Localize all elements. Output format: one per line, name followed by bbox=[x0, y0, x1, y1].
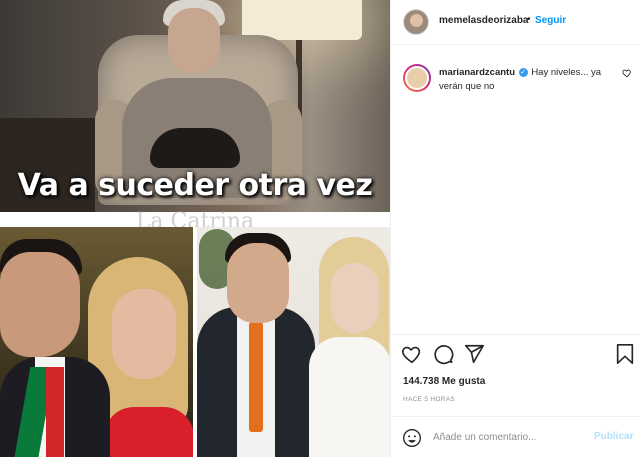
like-count[interactable]: 144.738 Me gusta bbox=[403, 376, 485, 387]
comment-input[interactable] bbox=[433, 428, 583, 446]
instagram-post: Va a suceder otra vez La Catrina memelas… bbox=[0, 0, 640, 457]
old-man-head bbox=[168, 8, 220, 74]
add-comment-bar: Publicar bbox=[391, 416, 640, 458]
post-image[interactable]: Va a suceder otra vez La Catrina bbox=[0, 0, 390, 457]
photo-couple-left bbox=[0, 227, 193, 457]
commenter-avatar[interactable] bbox=[403, 64, 431, 92]
post-sidebar: memelasdeorizaba • Seguir marianardzcant… bbox=[390, 0, 640, 457]
woman-left-face bbox=[112, 289, 176, 379]
separator-dot: • bbox=[527, 14, 531, 25]
follow-button[interactable]: Seguir bbox=[535, 15, 566, 26]
man-left-head bbox=[0, 252, 80, 357]
comment-icon[interactable] bbox=[432, 343, 454, 365]
author-username[interactable]: memelasdeorizaba bbox=[439, 15, 529, 26]
emoji-icon[interactable] bbox=[402, 428, 422, 448]
woman-right-face bbox=[331, 263, 379, 333]
comment-like-heart-icon[interactable] bbox=[622, 68, 632, 78]
commenter-username[interactable]: marianardzcantu bbox=[439, 67, 515, 78]
man-right-tie bbox=[249, 322, 263, 432]
man-right-head bbox=[227, 243, 289, 323]
comment-body: marianardzcantu ✓ Hay niveles... ya verá… bbox=[439, 66, 611, 94]
hat bbox=[150, 128, 240, 168]
woman-right-dress bbox=[309, 337, 390, 457]
woman-left-dress bbox=[104, 407, 193, 457]
bookmark-icon[interactable] bbox=[614, 343, 636, 365]
meme-caption: Va a suceder otra vez bbox=[17, 168, 373, 203]
meme-top-image: Va a suceder otra vez bbox=[0, 0, 390, 212]
post-header: memelasdeorizaba • Seguir bbox=[391, 0, 640, 45]
lamp-shade bbox=[242, 0, 362, 40]
heart-icon[interactable] bbox=[401, 343, 423, 365]
avatar[interactable] bbox=[403, 9, 429, 35]
publish-button[interactable]: Publicar bbox=[594, 431, 633, 442]
actions-divider bbox=[391, 334, 640, 335]
verified-badge-icon: ✓ bbox=[518, 67, 528, 77]
share-icon[interactable] bbox=[463, 343, 485, 365]
post-timestamp[interactable]: HACE 5 HORAS bbox=[403, 396, 455, 403]
presidential-sash-red bbox=[46, 367, 64, 457]
photo-couple-right bbox=[197, 227, 390, 457]
